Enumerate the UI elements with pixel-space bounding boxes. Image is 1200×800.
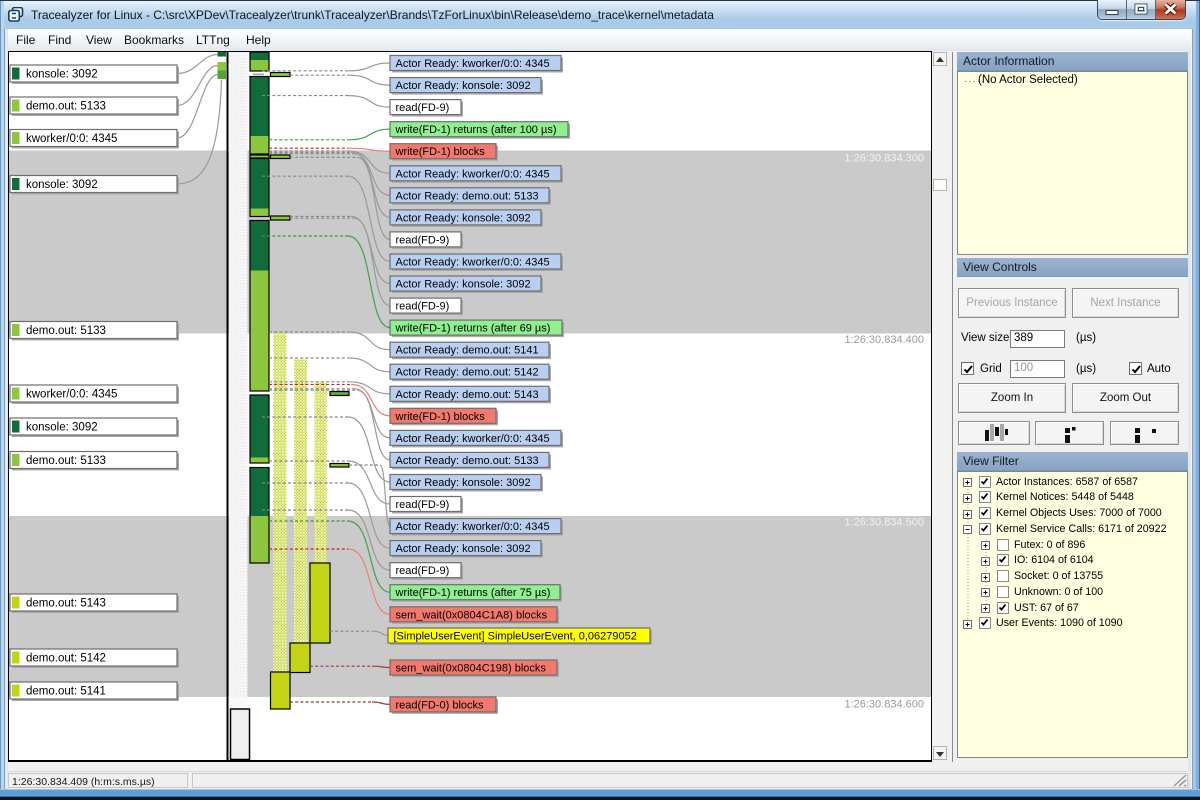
svg-text:read(FD-9): read(FD-9) — [396, 102, 450, 114]
svg-text:[SimpleUserEvent] SimpleUserEv: [SimpleUserEvent] SimpleUserEvent, 0,062… — [394, 631, 637, 643]
svg-text:1:26:30.834.600: 1:26:30.834.600 — [844, 699, 924, 711]
svg-text:Actor Ready: kworker/0:0: 4345: Actor Ready: kworker/0:0: 4345 — [396, 168, 550, 180]
svg-text:demo.out: 5143: demo.out: 5143 — [26, 598, 106, 610]
svg-text:Actor Ready: demo.out: 5141: Actor Ready: demo.out: 5141 — [396, 345, 539, 357]
svg-text:demo.out: 5133: demo.out: 5133 — [26, 101, 106, 113]
svg-text:Actor Ready: kworker/0:0: 4345: Actor Ready: kworker/0:0: 4345 — [396, 433, 550, 445]
svg-text:write(FD-1) blocks: write(FD-1) blocks — [395, 411, 486, 423]
svg-text:Actor Ready: demo.out: 5133: Actor Ready: demo.out: 5133 — [396, 455, 539, 467]
svg-text:read(FD-9): read(FD-9) — [396, 301, 450, 313]
svg-text:Actor Ready: kworker/0:0: 4345: Actor Ready: kworker/0:0: 4345 — [396, 58, 550, 70]
svg-text:konsole: 3092: konsole: 3092 — [26, 422, 98, 434]
svg-text:1:26:30.834.400: 1:26:30.834.400 — [844, 334, 924, 346]
svg-text:write(FD-1) returns (after 75: write(FD-1) returns (after 75 µs) — [395, 587, 551, 599]
svg-text:Actor Ready: konsole: 3092: Actor Ready: konsole: 3092 — [396, 279, 531, 291]
svg-text:sem_wait(0x0804C1A8) blocks: sem_wait(0x0804C1A8) blocks — [396, 609, 548, 621]
svg-text:Actor Ready: konsole: 3092: Actor Ready: konsole: 3092 — [396, 477, 531, 489]
svg-text:write(FD-1) returns (after 100: write(FD-1) returns (after 100 µs) — [395, 124, 557, 136]
svg-text:demo.out: 5133: demo.out: 5133 — [26, 325, 106, 337]
svg-text:write(FD-1) blocks: write(FD-1) blocks — [395, 146, 486, 158]
svg-text:sem_wait(0x0804C198) blocks: sem_wait(0x0804C198) blocks — [396, 663, 547, 675]
svg-text:read(FD-9): read(FD-9) — [396, 234, 450, 246]
svg-text:Actor Ready: konsole: 3092: Actor Ready: konsole: 3092 — [396, 80, 531, 92]
svg-text:Actor Ready: kworker/0:0: 4345: Actor Ready: kworker/0:0: 4345 — [396, 257, 550, 269]
svg-text:kworker/0:0: 4345: kworker/0:0: 4345 — [26, 133, 117, 145]
svg-text:read(FD-9): read(FD-9) — [396, 565, 450, 577]
svg-text:demo.out: 5141: demo.out: 5141 — [26, 686, 106, 698]
svg-text:Actor Ready: demo.out: 5133: Actor Ready: demo.out: 5133 — [396, 190, 539, 202]
svg-text:read(FD-0) blocks: read(FD-0) blocks — [396, 699, 485, 711]
svg-text:Actor Ready: kworker/0:0: 4345: Actor Ready: kworker/0:0: 4345 — [396, 521, 550, 533]
svg-text:Actor Ready: konsole: 3092: Actor Ready: konsole: 3092 — [396, 543, 531, 555]
svg-text:konsole: 3092: konsole: 3092 — [26, 179, 98, 191]
svg-text:1:26:30.834.500: 1:26:30.834.500 — [844, 517, 924, 529]
svg-text:1:26:30.834.300: 1:26:30.834.300 — [844, 153, 924, 165]
svg-text:write(FD-1) returns (after 69: write(FD-1) returns (after 69 µs) — [395, 323, 551, 335]
svg-text:read(FD-9): read(FD-9) — [396, 499, 450, 511]
svg-text:demo.out: 5133: demo.out: 5133 — [26, 455, 106, 467]
svg-text:konsole: 3092: konsole: 3092 — [26, 69, 98, 81]
svg-text:Actor Ready: demo.out: 5143: Actor Ready: demo.out: 5143 — [396, 389, 539, 401]
svg-text:Actor Ready: demo.out: 5142: Actor Ready: demo.out: 5142 — [396, 367, 539, 379]
svg-text:demo.out: 5142: demo.out: 5142 — [26, 653, 106, 665]
svg-text:Actor Ready: konsole: 3092: Actor Ready: konsole: 3092 — [396, 212, 531, 224]
svg-text:kworker/0:0: 4345: kworker/0:0: 4345 — [26, 389, 117, 401]
